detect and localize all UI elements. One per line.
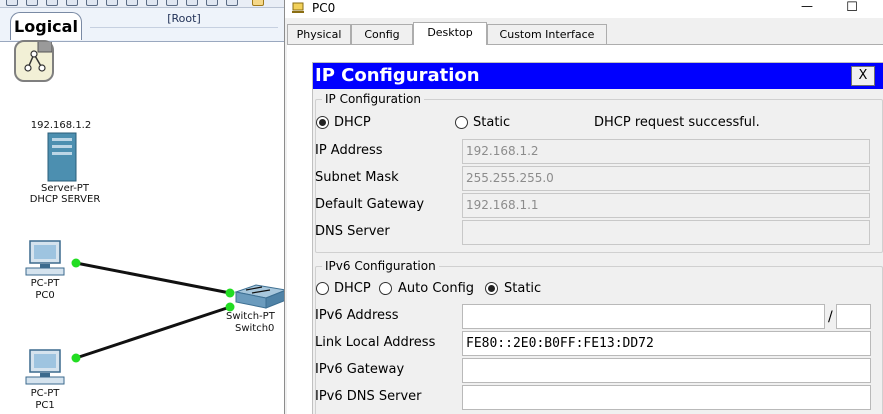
switch0-model-label: Switch-PT: [226, 311, 275, 322]
close-button[interactable]: X: [851, 66, 875, 86]
link-light-pc0: [71, 258, 81, 268]
tab-physical[interactable]: Physical: [287, 24, 351, 45]
topology-canvas: [25, 132, 285, 385]
switch0-name-label: Switch0: [235, 323, 275, 334]
prefix-separator: /: [828, 309, 833, 325]
logical-workspace[interactable]: Logical [Root] 192.168.1.2 Server-PT DHC…: [0, 0, 285, 414]
pc1-name-label: PC1: [35, 400, 55, 411]
maximize-button[interactable]: ☐: [842, 0, 862, 16]
server-model-label: Server-PT: [41, 183, 89, 194]
ip-address-label: IP Address: [315, 143, 383, 158]
ip-config-titlebar: IP Configuration X: [313, 63, 883, 89]
pc0-window: PC0 — ☐ Physical Config Desktop Custom I…: [284, 0, 883, 414]
server-ip-label: 192.168.1.2: [30, 120, 92, 131]
ip-address-field[interactable]: 192.168.1.2: [462, 139, 870, 164]
link-light-switch0-a: [225, 288, 235, 298]
ipv6-auto-config-label: Auto Config: [398, 281, 475, 296]
ipv4-static-radio[interactable]: [455, 116, 468, 129]
ipv6-gateway-input[interactable]: [462, 358, 871, 383]
pc0-model-label: PC-PT: [30, 278, 60, 289]
link-pc0-switch0: [75, 261, 231, 295]
dns-server-label: DNS Server: [315, 224, 390, 239]
window-tabs: Physical Config Desktop Custom Interface: [287, 22, 882, 45]
ip-config-title: IP Configuration: [315, 65, 480, 86]
ipv6-dhcp-radio[interactable]: [316, 282, 329, 295]
minimize-button[interactable]: —: [797, 0, 817, 16]
desktop-area: IP Configuration X IP Configuration DHCP…: [287, 44, 883, 414]
link-local-address-label: Link Local Address: [315, 335, 436, 350]
ip-configuration-panel: IP Configuration X IP Configuration DHCP…: [312, 62, 883, 414]
link-light-pc1: [71, 353, 81, 363]
server-name-label: DHCP SERVER: [29, 194, 101, 205]
switch0-icon: [234, 284, 285, 309]
ipv4-static-label: Static: [473, 115, 511, 130]
link-local-address-field[interactable]: FE80::2E0:B0FF:FE13:DD72: [462, 331, 871, 356]
dhcp-status-text: DHCP request successful.: [594, 115, 760, 130]
dns-server-field[interactable]: [462, 220, 870, 245]
link-pc1-switch0: [75, 305, 231, 360]
ipv6-legend: IPv6 Configuration: [322, 258, 439, 274]
ipv6-static-radio[interactable]: [485, 282, 498, 295]
ipv6-address-input[interactable]: [462, 304, 825, 329]
subnet-mask-label: Subnet Mask: [315, 170, 399, 185]
ipv6-dhcp-label: DHCP: [334, 281, 371, 296]
tab-custom-interface[interactable]: Custom Interface: [487, 24, 607, 45]
pc1-model-label: PC-PT: [30, 388, 60, 399]
subnet-mask-field[interactable]: 255.255.255.0: [462, 166, 870, 191]
ipv6-dns-server-input[interactable]: [462, 385, 871, 410]
ipv6-prefix-length-input[interactable]: [836, 304, 871, 329]
default-gateway-label: Default Gateway: [315, 197, 425, 212]
ipv4-dhcp-label: DHCP: [334, 115, 371, 130]
server-icon: [47, 132, 77, 182]
ipv6-auto-config-radio[interactable]: [379, 282, 392, 295]
pc0-icon: [25, 240, 65, 276]
tab-config[interactable]: Config: [351, 24, 413, 45]
pc0-name-label: PC0: [35, 290, 55, 301]
ipv6-address-label: IPv6 Address: [315, 308, 399, 323]
ipv4-legend: IP Configuration: [322, 91, 424, 107]
pc-window-icon: [292, 2, 304, 13]
ipv6-dns-server-label: IPv6 DNS Server: [315, 389, 422, 404]
ipv6-gateway-label: IPv6 Gateway: [315, 362, 405, 377]
window-titlebar[interactable]: PC0 — ☐: [285, 0, 883, 18]
ipv6-static-label: Static: [504, 281, 542, 296]
tab-desktop[interactable]: Desktop: [413, 22, 487, 45]
pc1-icon: [25, 349, 65, 385]
ipv4-dhcp-radio[interactable]: [316, 116, 329, 129]
default-gateway-field[interactable]: 192.168.1.1: [462, 193, 870, 218]
window-title: PC0: [312, 1, 336, 15]
